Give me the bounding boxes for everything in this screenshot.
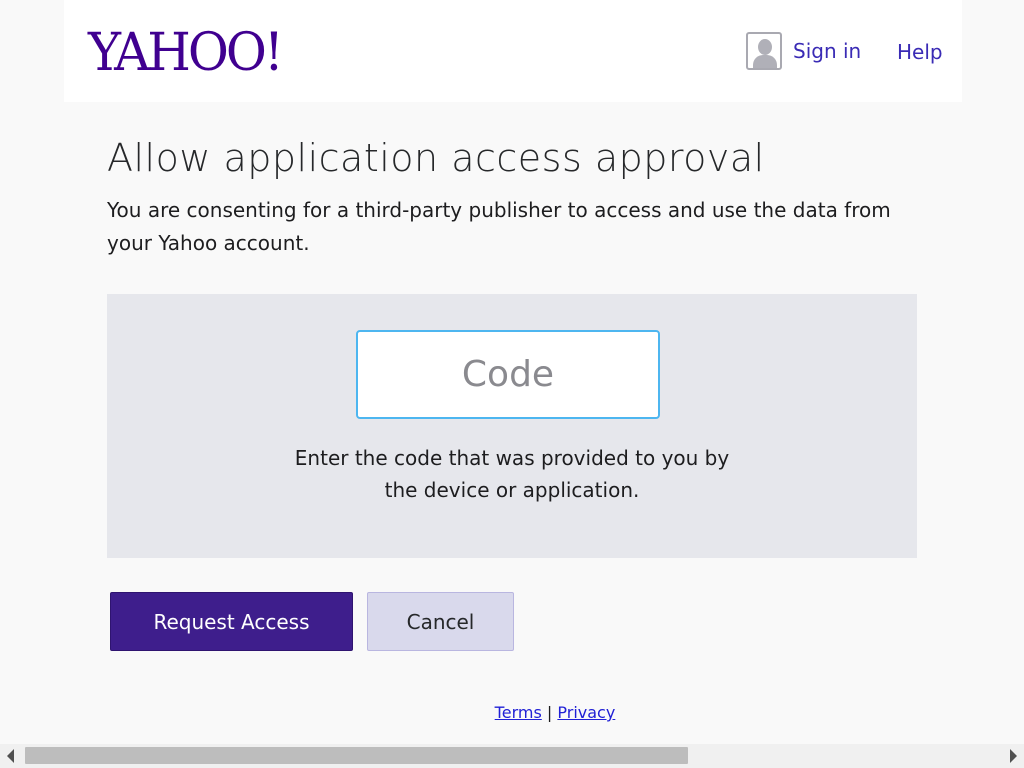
code-input[interactable] xyxy=(356,330,660,419)
scroll-right-arrow-icon[interactable] xyxy=(1010,749,1017,763)
footer-separator: | xyxy=(546,703,553,722)
privacy-link[interactable]: Privacy xyxy=(557,703,615,722)
page-description: You are consenting for a third-party pub… xyxy=(107,198,891,255)
sign-in-label[interactable]: Sign in xyxy=(793,39,861,63)
footer-links: Terms | Privacy xyxy=(0,703,1024,722)
help-link[interactable]: Help xyxy=(897,40,943,64)
yahoo-logo[interactable]: YAHOO! xyxy=(88,10,284,94)
user-silhouette-icon[interactable] xyxy=(746,32,782,70)
terms-link[interactable]: Terms xyxy=(495,703,542,722)
cancel-button[interactable]: Cancel xyxy=(367,592,514,651)
horizontal-scrollbar[interactable] xyxy=(0,744,1024,768)
code-hint: Enter the code that was provided to you … xyxy=(107,442,917,506)
code-hint-text: Enter the code that was provided to you … xyxy=(294,446,730,502)
page-title: Allow application access approval xyxy=(107,136,765,180)
code-panel: Enter the code that was provided to you … xyxy=(107,294,917,558)
request-access-button[interactable]: Request Access xyxy=(110,592,353,651)
sign-in-link[interactable]: Sign in xyxy=(746,32,861,70)
scrollbar-thumb[interactable] xyxy=(25,747,688,764)
scroll-left-arrow-icon[interactable] xyxy=(7,749,14,763)
header: YAHOO! Sign in Help xyxy=(64,0,962,102)
